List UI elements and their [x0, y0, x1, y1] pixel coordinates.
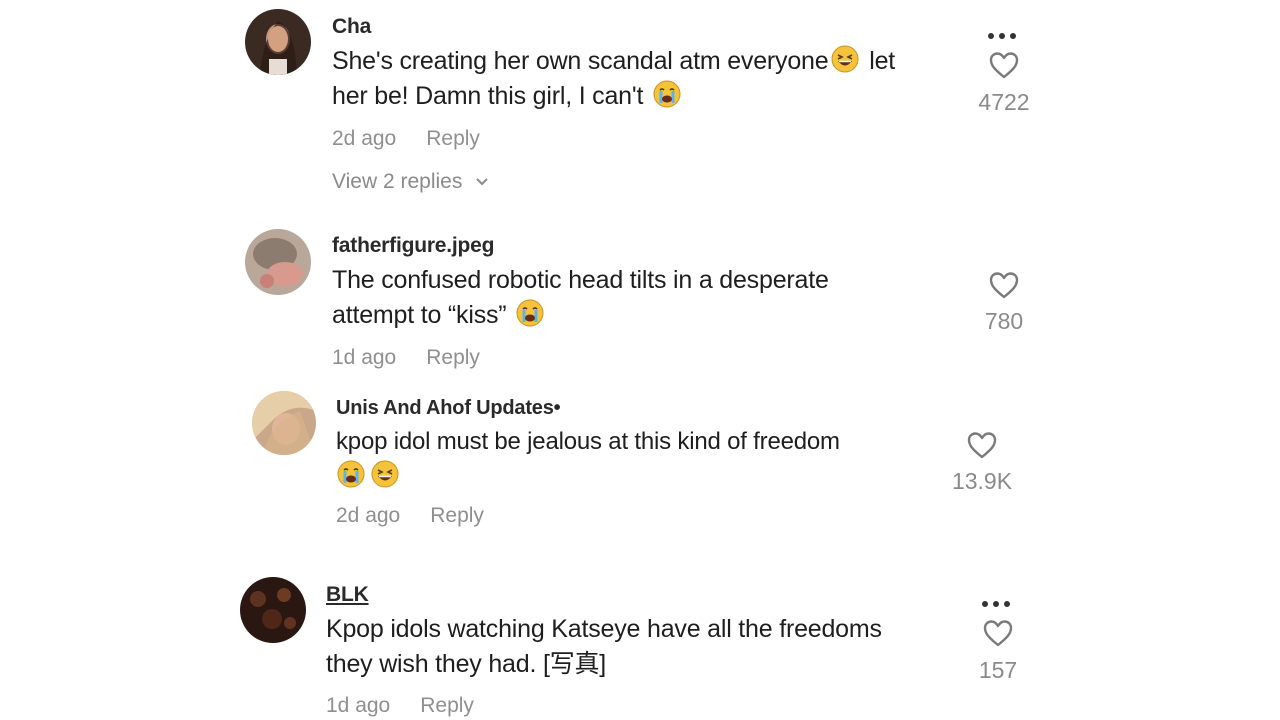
comment-text: Kpop idols watching Katseye have all the…: [326, 615, 882, 678]
comment-2: fatherfigure.jpeg The confused robotic h…: [0, 220, 1280, 380]
heart-icon[interactable]: [982, 618, 1014, 648]
timestamp: 2d ago: [336, 504, 401, 527]
heart-icon[interactable]: [988, 270, 1020, 300]
like-count: 4722: [978, 89, 1030, 115]
avatar[interactable]: [245, 9, 311, 75]
comment-meta: 1d ago Reply: [326, 694, 474, 718]
reply-button[interactable]: Reply: [426, 346, 480, 369]
heart-icon[interactable]: [966, 430, 998, 460]
avatar[interactable]: [240, 577, 306, 643]
comment-meta: 2d ago Reply: [336, 504, 484, 528]
reply-button[interactable]: Reply: [430, 504, 484, 527]
view-replies-button[interactable]: View 2 replies: [332, 170, 490, 194]
username[interactable]: Unis And Ahof Updates•: [336, 397, 561, 420]
comment-text: The confused robotic head tilts in a des…: [332, 266, 829, 329]
loudly-crying-emoji: [652, 79, 682, 109]
reply-button[interactable]: Reply: [420, 694, 474, 717]
comment-1: Cha She's creating her own scandal atm e…: [0, 0, 1280, 200]
timestamp: 1d ago: [332, 346, 397, 369]
grinning-sweat-emoji: [370, 459, 400, 489]
username[interactable]: fatherfigure.jpeg: [332, 234, 494, 258]
comment-3: Unis And Ahof Updates• kpop idol must be…: [0, 385, 1280, 545]
comment-meta: 2d ago Reply: [332, 127, 480, 151]
heart-icon[interactable]: [988, 50, 1020, 80]
username[interactable]: Cha: [332, 15, 371, 39]
avatar[interactable]: [252, 391, 316, 455]
more-options-icon[interactable]: [982, 594, 1022, 607]
like-count: 157: [978, 657, 1018, 683]
comment-text: kpop idol must be jealous at this kind o…: [336, 424, 840, 494]
like-count: 13.9K: [951, 468, 1013, 494]
comment-4: BLK Kpop idols watching Katseye have all…: [0, 570, 1280, 720]
timestamp: 2d ago: [332, 127, 397, 150]
grinning-sweat-emoji: [830, 44, 860, 74]
more-options-icon[interactable]: [988, 26, 1028, 39]
username[interactable]: BLK: [326, 583, 369, 607]
reply-button[interactable]: Reply: [426, 127, 480, 150]
comment-text: She's creating her own scandal atm every…: [332, 44, 895, 114]
like-count: 780: [984, 308, 1024, 334]
loudly-crying-emoji: [515, 298, 545, 328]
timestamp: 1d ago: [326, 694, 391, 717]
loudly-crying-emoji: [336, 459, 366, 489]
avatar[interactable]: [245, 229, 311, 295]
comment-meta: 1d ago Reply: [332, 346, 480, 370]
chevron-down-icon: [476, 178, 488, 186]
